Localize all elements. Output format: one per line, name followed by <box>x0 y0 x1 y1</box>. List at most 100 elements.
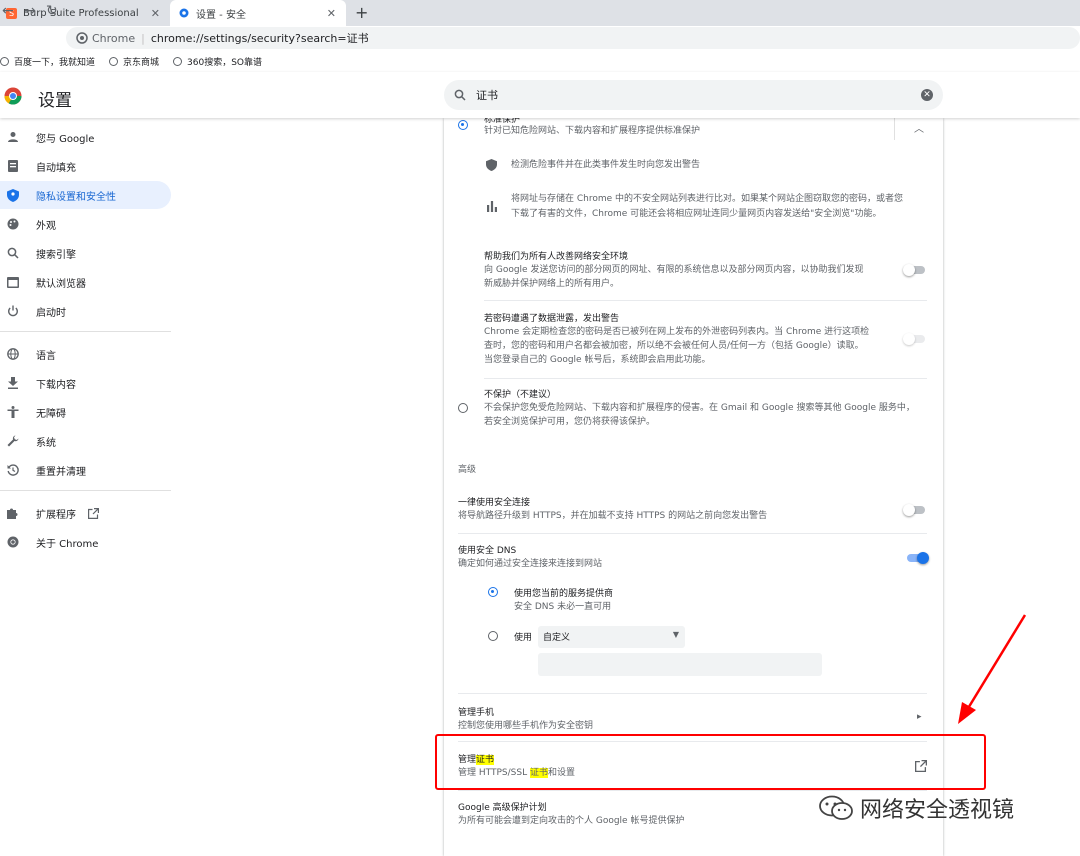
clear-search-icon[interactable]: ✕ <box>921 89 933 101</box>
bookmark-item[interactable]: 360搜索，SO靠谱 <box>173 55 262 68</box>
sidebar-divider <box>0 331 171 332</box>
watermark-text: 网络安全透视镜 <box>860 798 1015 823</box>
sidebar-item-languages[interactable]: 语言 <box>0 340 171 368</box>
password-leak-toggle[interactable] <box>903 333 927 345</box>
https-only-title: 一律使用安全连接 <box>458 498 531 508</box>
dns-current-provider-radio[interactable] <box>488 587 498 597</box>
sidebar-item-reset[interactable]: 重置并清理 <box>0 456 171 484</box>
chevron-right-icon[interactable]: ▸ <box>917 712 922 722</box>
page-title: 设置 <box>38 91 72 111</box>
no-protection-title: 不保护（不建议） <box>484 390 557 400</box>
forward-icon[interactable]: → <box>24 3 36 19</box>
sidebar-item-you-and-google[interactable]: 您与 Google <box>0 123 171 151</box>
help-improve-toggle[interactable] <box>903 264 927 276</box>
annotation-arrow <box>958 614 1027 724</box>
site-info-icon[interactable] <box>76 32 88 44</box>
bookmark-item[interactable]: 京东商城 <box>109 55 159 68</box>
url-separator: | <box>141 31 145 45</box>
manage-phones-title: 管理手机 <box>458 708 495 718</box>
reset-icon <box>6 463 20 477</box>
row-separator <box>894 118 895 140</box>
advanced-protection-title: Google 高级保护计划 <box>458 803 547 813</box>
sidebar-item-label: 下载内容 <box>36 379 76 391</box>
sidebar-item-appearance[interactable]: 外观 <box>0 210 171 238</box>
open-external-icon <box>88 507 99 519</box>
row-divider <box>484 378 927 379</box>
dns-current-provider-desc: 安全 DNS 未必一直可用 <box>514 602 612 612</box>
power-icon <box>6 304 20 318</box>
https-only-desc: 将导航路径升级到 HTTPS，并在加载不支持 HTTPS 的网站之前向您发出警告 <box>458 511 768 521</box>
address-bar[interactable]: Chrome | chrome://settings/security?sear… <box>66 27 1080 49</box>
sidebar-item-system[interactable]: 系统 <box>0 427 171 455</box>
sidebar-item-label: 默认浏览器 <box>36 278 86 290</box>
help-improve-desc-2: 新威胁并保护网络上的所有用户。 <box>484 279 620 289</box>
chrome-logo-icon <box>4 87 22 105</box>
toggle-knob <box>903 264 915 276</box>
sidebar-item-autofill[interactable]: 自动填充 <box>0 152 171 180</box>
reload-icon[interactable]: ↻ <box>46 3 58 19</box>
row-divider <box>458 790 927 791</box>
detect-danger-text: 检测危险事件并在此类事件发生时向您发出警告 <box>511 160 701 170</box>
dns-provider-select[interactable]: 自定义 ▼ <box>538 626 685 648</box>
close-icon[interactable]: ✕ <box>151 7 160 20</box>
manage-phones-desc: 控制您使用哪些手机作为安全密钥 <box>458 721 594 731</box>
tab-settings[interactable]: 设置 - 安全 ✕ <box>170 0 346 26</box>
row-divider <box>484 300 927 301</box>
collapse-icon[interactable]: ︿ <box>914 120 924 135</box>
wechat-icon <box>819 795 853 820</box>
sidebar-item-on-startup[interactable]: 启动时 <box>0 297 171 325</box>
bar-chart-icon <box>487 201 497 212</box>
help-improve-title: 帮助我们为所有人改善网络安全环境 <box>484 252 629 262</box>
dns-custom-radio[interactable] <box>488 631 498 641</box>
download-icon <box>6 376 20 390</box>
toggle-knob <box>903 504 915 516</box>
sidebar-item-privacy[interactable]: 隐私设置和安全性 <box>0 181 171 209</box>
standard-protection-desc: 针对已知危险网站、下载内容和扩展程序提供标准保护 <box>484 126 701 136</box>
sidebar-item-label: 外观 <box>36 220 56 232</box>
annotation-highlight-box <box>435 734 986 790</box>
sidebar-item-extensions[interactable]: 扩展程序 <box>0 499 171 527</box>
gear-icon <box>179 8 189 18</box>
autofill-icon <box>6 159 20 173</box>
bookmark-item[interactable]: 百度一下，我就知道 <box>0 55 95 68</box>
password-leak-desc-2: 查时，您的密码和用户名都会被加密，所以绝不会被任何人员/任何一方（包括 Goog… <box>484 341 864 351</box>
palette-icon <box>6 217 20 231</box>
search-icon <box>454 89 466 101</box>
sidebar-item-label: 搜索引擎 <box>36 249 76 261</box>
sidebar-item-about-chrome[interactable]: 关于 Chrome <box>0 528 171 556</box>
sidebar-item-label: 语言 <box>36 350 56 362</box>
no-protection-radio[interactable] <box>458 403 468 413</box>
password-leak-desc-1: Chrome 会定期检查您的密码是否已被列在网上发布的外泄密码列表内。当 Chr… <box>484 327 870 337</box>
password-leak-desc-3: 当您登录自己的 Google 帐号后，系统即会启用此功能。 <box>484 355 711 365</box>
back-icon[interactable]: ← <box>2 3 14 19</box>
sidebar-item-label: 扩展程序 <box>36 509 76 521</box>
secure-dns-toggle[interactable] <box>905 552 930 564</box>
settings-search-input[interactable]: 证书 ✕ <box>444 80 943 110</box>
sidebar-divider <box>0 490 171 491</box>
toggle-knob <box>917 552 929 564</box>
dns-custom-input[interactable] <box>538 653 822 676</box>
sidebar-item-label: 自动填充 <box>36 162 76 174</box>
standard-protection-radio[interactable] <box>458 120 468 130</box>
secure-dns-desc: 确定如何通过安全连接来连接到网站 <box>458 559 603 569</box>
password-leak-title: 若密码遭遇了数据泄露，发出警告 <box>484 314 620 324</box>
sidebar-item-accessibility[interactable]: 无障碍 <box>0 398 171 426</box>
sidebar-item-label: 重置并清理 <box>36 466 86 478</box>
site-label: Chrome <box>92 31 136 45</box>
bookmark-label: 360搜索，SO靠谱 <box>187 57 263 68</box>
row-divider <box>458 533 927 534</box>
close-icon[interactable]: ✕ <box>327 7 336 20</box>
person-icon <box>6 130 20 144</box>
help-improve-desc-1: 向 Google 发送您访问的部分网页的网址、有限的系统信息以及部分网页内容，以… <box>484 265 864 275</box>
https-only-toggle[interactable] <box>903 504 927 516</box>
secure-dns-title: 使用安全 DNS <box>458 546 517 556</box>
shield-icon <box>6 188 20 202</box>
url-text[interactable]: chrome://settings/security?search=证书 <box>151 30 369 46</box>
dns-custom-label: 使用 <box>514 633 533 643</box>
sidebar-item-default-browser[interactable]: 默认浏览器 <box>0 268 171 296</box>
bookmark-label: 京东商城 <box>123 57 160 68</box>
sidebar-item-search-engine[interactable]: 搜索引擎 <box>0 239 171 267</box>
globe-icon <box>6 347 20 361</box>
sidebar-item-downloads[interactable]: 下载内容 <box>0 369 171 397</box>
new-tab-icon[interactable]: + <box>355 3 368 22</box>
